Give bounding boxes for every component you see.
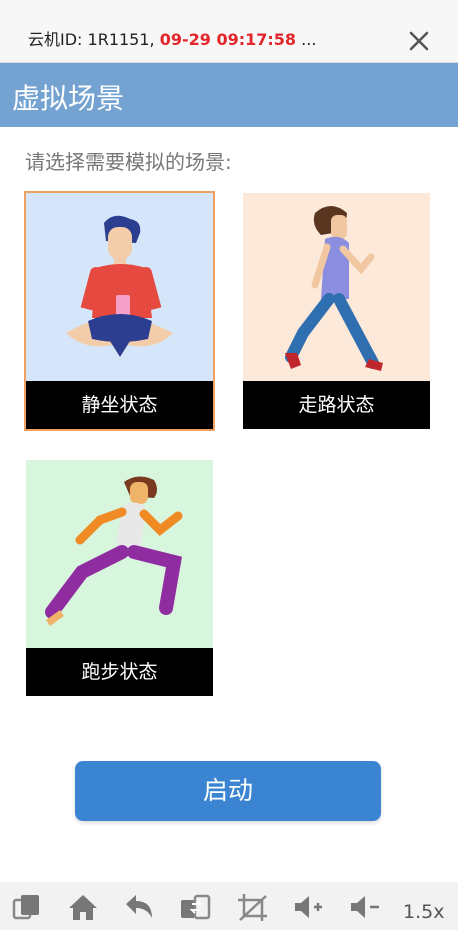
scene-label: 走路状态 xyxy=(243,381,430,429)
scene-card-sitting[interactable]: 静坐状态 xyxy=(24,191,215,431)
bottom-toolbar xyxy=(0,882,458,930)
sitting-person-icon xyxy=(66,215,173,357)
scene-label: 跑步状态 xyxy=(26,648,213,696)
close-icon[interactable] xyxy=(405,27,433,55)
back-icon[interactable] xyxy=(122,892,156,922)
crop-icon[interactable] xyxy=(236,892,270,922)
scene-label: 静坐状态 xyxy=(26,381,213,429)
scene-card-running[interactable]: 跑步状态 xyxy=(26,460,213,696)
start-button[interactable]: 启动 xyxy=(75,761,381,821)
scene-prompt: 请选择需要模拟的场景: xyxy=(25,150,232,174)
page-title: 虚拟场景 xyxy=(12,82,125,115)
walking-person-icon xyxy=(285,206,383,371)
home-icon[interactable] xyxy=(66,892,100,922)
info-ellipsis: ... xyxy=(301,30,317,49)
running-person-icon xyxy=(45,476,183,626)
scene-card-walking[interactable]: 走路状态 xyxy=(243,193,430,429)
title-bar: 虚拟场景 xyxy=(0,63,458,127)
volume-down-icon[interactable] xyxy=(348,892,382,922)
timestamp: 09-29 09:17:58 xyxy=(159,30,297,49)
top-info-bar: 云机ID: 1R1151, 09-29 09:17:58 ... xyxy=(0,0,458,63)
copy-icon[interactable] xyxy=(10,892,44,922)
switch-icon[interactable] xyxy=(178,892,212,922)
zoom-level[interactable]: 1.5x xyxy=(403,901,444,923)
volume-up-icon[interactable] xyxy=(292,892,326,922)
device-info: 云机ID: 1R1151, 09-29 09:17:58 ... xyxy=(28,26,316,50)
device-id: 云机ID: 1R1151, xyxy=(28,30,155,49)
